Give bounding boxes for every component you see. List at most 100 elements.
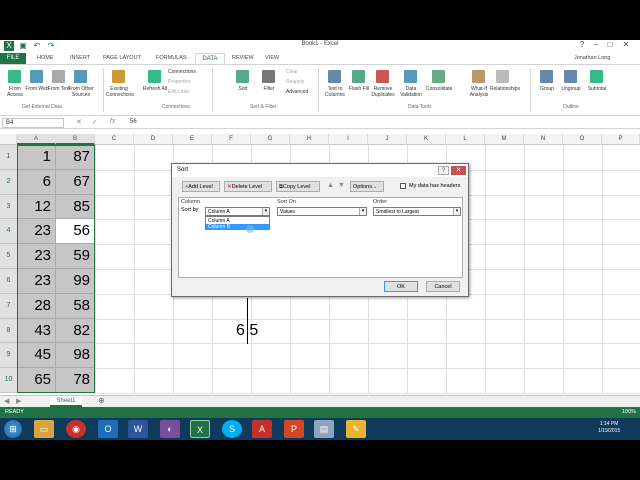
formula-input[interactable]: 56 [130, 119, 137, 125]
powerpoint-icon[interactable]: P [284, 420, 304, 438]
row-header[interactable]: 6 [0, 269, 17, 294]
user-name[interactable]: Jonathan Long [574, 55, 610, 61]
ribbon-small-button[interactable]: Edit Links [168, 89, 190, 95]
ribbon-button[interactable]: Subtotal [584, 86, 610, 92]
column-header[interactable]: A [17, 134, 56, 145]
column-header[interactable]: E [173, 134, 212, 145]
name-box[interactable]: B4 [2, 118, 64, 128]
ribbon-button[interactable]: Existing Connections [106, 86, 134, 98]
tab-formulas[interactable]: FORMULAS [156, 55, 187, 61]
column-header[interactable]: J [368, 134, 407, 145]
ribbon-small-button[interactable]: Properties [168, 79, 191, 85]
ribbon-button[interactable]: Relationships [490, 86, 520, 92]
function-icon[interactable]: fx [110, 118, 115, 125]
close-icon[interactable]: ✕ [620, 40, 632, 49]
ribbon-button[interactable]: What-If Analysis [466, 86, 492, 98]
skype-icon[interactable]: S [222, 420, 242, 438]
app2-icon[interactable]: ▤ [314, 420, 334, 438]
outlook-icon[interactable]: O [98, 420, 118, 438]
column-header[interactable]: F [212, 134, 251, 145]
explorer-icon[interactable]: ▭ [34, 420, 54, 438]
ribbon-button[interactable]: Consolidate [426, 86, 452, 92]
column-header[interactable]: O [563, 134, 602, 145]
zoom-level[interactable]: 100% [622, 409, 636, 415]
tab-insert[interactable]: INSERT [70, 55, 90, 61]
scroll-left-icon[interactable]: ◀ [4, 397, 9, 405]
tab-page-layout[interactable]: PAGE LAYOUT [103, 55, 141, 61]
maximize-icon[interactable]: □ [604, 40, 616, 49]
ribbon-button[interactable]: Flash Fill [346, 86, 372, 92]
ribbon-button[interactable]: Refresh All [142, 86, 168, 92]
scroll-right-icon[interactable]: ▶ [16, 397, 21, 405]
cancel-button[interactable]: Cancel [426, 281, 460, 292]
move-up-icon[interactable]: ▲ [327, 182, 334, 189]
column-header[interactable]: L [446, 134, 485, 145]
row-header[interactable]: 3 [0, 194, 17, 220]
word-icon[interactable]: W [128, 420, 148, 438]
row-header[interactable]: 9 [0, 343, 17, 369]
row-header[interactable]: 7 [0, 293, 17, 319]
row-header[interactable]: 4 [0, 219, 17, 245]
ribbon-button[interactable]: Data Validation [398, 86, 424, 98]
select-all-corner[interactable] [0, 134, 17, 145]
ribbon-button[interactable]: Text to Columns [322, 86, 348, 98]
excel-taskbar-icon[interactable]: X [190, 420, 210, 438]
ribbon-small-button[interactable]: Advanced [286, 89, 308, 95]
column-header[interactable]: P [602, 134, 640, 145]
help-icon[interactable]: ? [576, 40, 588, 49]
column-header[interactable]: G [251, 134, 290, 145]
column-header[interactable]: K [407, 134, 446, 145]
column-header[interactable]: C [95, 134, 134, 145]
cancel-icon[interactable]: ✕ [76, 118, 82, 126]
column-header[interactable]: H [290, 134, 329, 145]
row-header[interactable]: 8 [0, 318, 17, 344]
sort-on-select[interactable]: Values ▾ [277, 207, 367, 216]
ribbon-small-button[interactable]: Connections [168, 69, 196, 75]
tab-view[interactable]: VIEW [265, 55, 279, 61]
minimize-icon[interactable]: – [590, 40, 602, 49]
dropdown-option-highlighted[interactable]: Column B [206, 224, 269, 230]
column-header[interactable]: M [485, 134, 524, 145]
tab-home[interactable]: HOME [37, 55, 54, 61]
ok-button[interactable]: OK [384, 281, 418, 292]
chrome-icon[interactable]: ◉ [66, 420, 86, 438]
ribbon-button[interactable]: Group [534, 86, 560, 92]
taskbar: ⊞ ▭ ◉ O W ◐ X S A P ▤ ✎ 1:14 PM 1/19/2015 [0, 418, 640, 440]
help-button[interactable]: ? [438, 166, 449, 175]
acrobat-icon[interactable]: A [252, 420, 272, 438]
app-icon[interactable]: ◐ [160, 420, 180, 438]
clock[interactable]: 1:14 PM 1/19/2015 [598, 421, 620, 435]
column-select[interactable]: Column A ▾ [205, 207, 270, 216]
ribbon-button[interactable]: Filter [256, 86, 282, 92]
add-level-button[interactable]: +Add Level [182, 181, 220, 192]
row-header[interactable]: 2 [0, 169, 17, 195]
start-icon[interactable]: ⊞ [4, 420, 22, 438]
order-select[interactable]: Smallest to Largest ▾ [373, 207, 461, 216]
column-header[interactable]: I [329, 134, 368, 145]
ribbon-button[interactable]: From Other Sources [68, 86, 94, 98]
ribbon-button[interactable]: Remove Duplicates [370, 86, 396, 98]
tab-file[interactable]: FILE [0, 53, 26, 64]
move-down-icon[interactable]: ▼ [338, 182, 345, 189]
row-header[interactable]: 10 [0, 368, 17, 393]
ribbon-button[interactable]: Ungroup [558, 86, 584, 92]
close-button[interactable]: ✕ [451, 166, 466, 175]
ribbon-small-button[interactable]: Reapply [286, 79, 304, 85]
column-header[interactable]: D [134, 134, 173, 145]
ribbon-button[interactable]: Sort [230, 86, 256, 92]
ribbon-button-icon [352, 70, 365, 83]
options-button[interactable]: Options... [350, 181, 384, 192]
tab-review[interactable]: REVIEW [232, 55, 254, 61]
delete-level-button[interactable]: ✕Delete Level [224, 181, 272, 192]
sheet-tab[interactable]: Sheet1 [50, 396, 82, 407]
enter-icon[interactable]: ✓ [92, 118, 98, 126]
row-header[interactable]: 1 [0, 145, 17, 170]
column-header[interactable]: N [524, 134, 563, 145]
new-sheet-icon[interactable]: ⊕ [98, 396, 105, 405]
column-header[interactable]: B [56, 134, 95, 145]
row-header[interactable]: 5 [0, 244, 17, 269]
ribbon-small-button[interactable]: Clear [286, 69, 298, 75]
copy-level-button[interactable]: ⧉Copy Level [276, 181, 320, 192]
headers-checkbox[interactable] [400, 183, 406, 189]
notes-icon[interactable]: ✎ [346, 420, 366, 438]
